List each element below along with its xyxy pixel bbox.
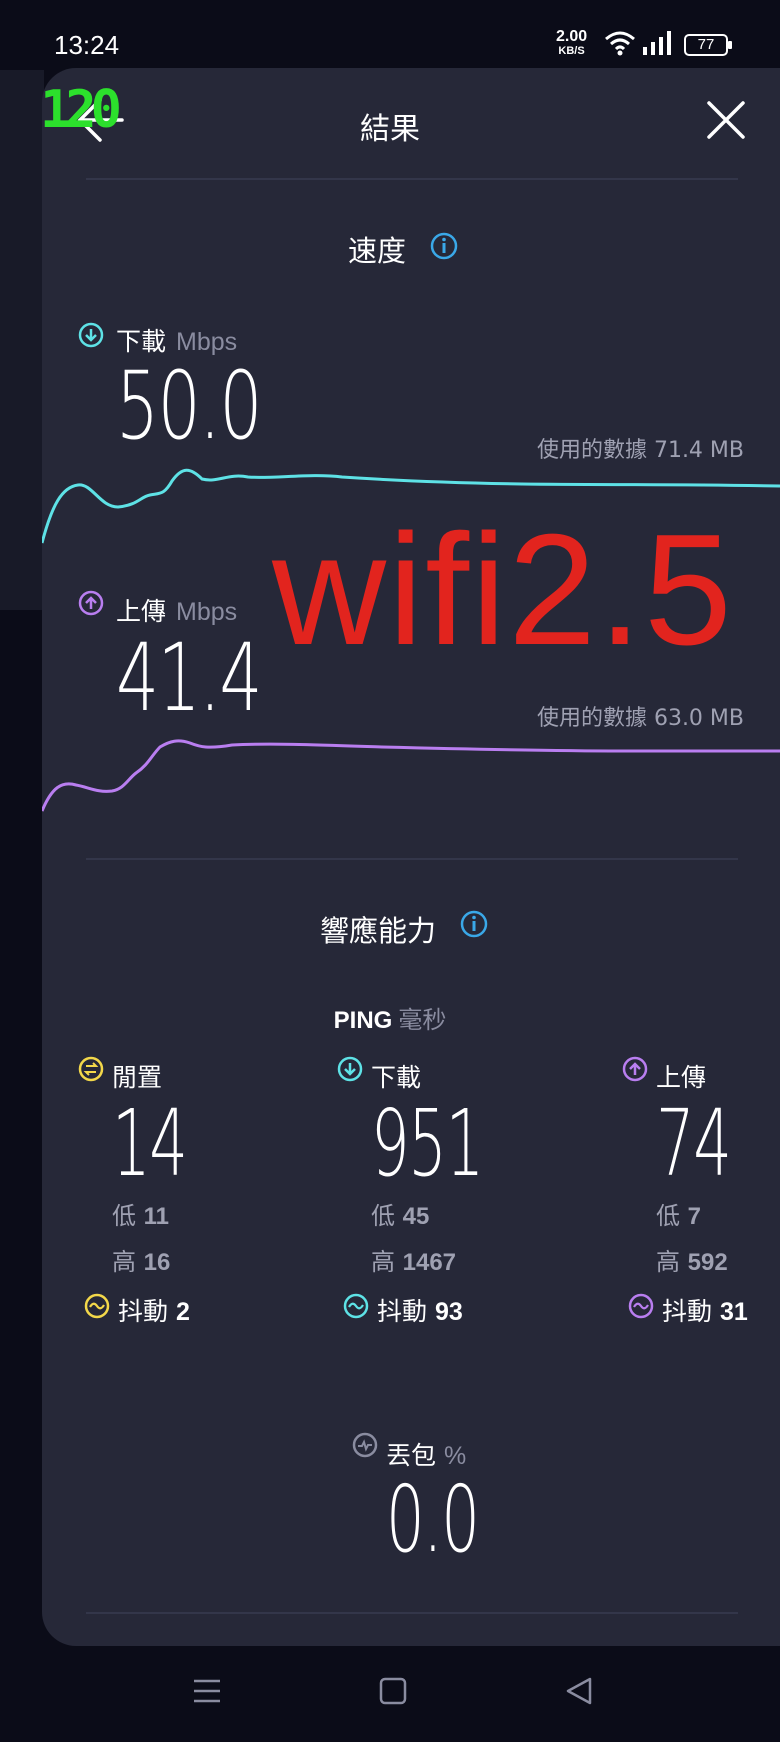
- idle-jitter: 抖動 2: [118, 1297, 190, 1326]
- upload-arrow-icon: [622, 1056, 648, 1082]
- status-time: 13:24: [54, 30, 120, 60]
- close-icon[interactable]: [706, 100, 746, 140]
- bottom-divider: [86, 1612, 738, 1614]
- back-icon[interactable]: [564, 1676, 594, 1706]
- status-bar: 13:24 2.00 KB/S 77: [0, 0, 780, 70]
- jitter-icon: [343, 1293, 369, 1319]
- jitter-icon: [628, 1293, 654, 1319]
- download-jitter: 抖動 93: [377, 1297, 463, 1326]
- download-ping-label: 下載: [371, 1063, 422, 1092]
- info-icon[interactable]: [460, 910, 488, 938]
- upload-unit: Mbps: [176, 598, 238, 626]
- idle-low: 低 11: [112, 1202, 170, 1230]
- section-divider: [86, 858, 738, 860]
- wifi-icon: [605, 31, 635, 56]
- network-speed: 2.00 KB/S: [556, 28, 588, 58]
- upload-speed-graph: [42, 739, 780, 812]
- speed-section-title: 速度: [348, 234, 407, 268]
- download-arrow-icon: [337, 1056, 363, 1082]
- upload-ping-high: 高 592: [656, 1248, 728, 1276]
- signal-icon: [643, 31, 671, 55]
- download-speed-value: 50.0: [116, 352, 262, 461]
- download-ping-value: 951: [371, 1090, 484, 1197]
- upload-speed-label: 上傳 Mbps: [116, 592, 237, 628]
- upload-ping-value: 74: [656, 1090, 732, 1197]
- idle-ping-value: 14: [112, 1090, 188, 1197]
- ping-heading: PING 毫秒: [0, 1000, 780, 1035]
- watermark-text: wifi2.5: [272, 502, 734, 678]
- upload-speed-value: 41.4: [116, 624, 262, 733]
- menu-icon[interactable]: [192, 1676, 222, 1706]
- network-speed-value: 2.00: [556, 28, 588, 45]
- idle-label: 閒置: [112, 1063, 163, 1092]
- fps-counter: 120: [40, 80, 122, 140]
- responsiveness-section-title: 響應能力: [320, 914, 437, 948]
- network-speed-unit: KB/S: [558, 45, 585, 57]
- info-icon[interactable]: [430, 232, 458, 260]
- result-card: [42, 68, 780, 1646]
- download-ping-low: 低 45: [371, 1202, 430, 1230]
- system-nav-bar: [0, 1646, 780, 1742]
- battery-indicator: 77: [684, 34, 732, 56]
- upload-ping-low: 低 7: [656, 1202, 701, 1230]
- upload-label-text: 上傳: [116, 597, 167, 626]
- idle-high: 高 16: [112, 1248, 171, 1276]
- upload-ping-label: 上傳: [656, 1063, 707, 1092]
- jitter-icon: [84, 1293, 110, 1319]
- ping-unit: 毫秒: [398, 1006, 447, 1034]
- packet-loss-value: 0.0: [386, 1466, 480, 1573]
- idle-icon: [78, 1056, 104, 1082]
- ping-label: PING: [333, 1007, 393, 1034]
- home-icon[interactable]: [378, 1676, 408, 1706]
- background-app-strip: [0, 70, 44, 610]
- packet-loss-icon: [352, 1432, 378, 1458]
- download-ping-high: 高 1467: [371, 1248, 457, 1276]
- header-divider: [86, 178, 738, 180]
- upload-arrow-icon: [78, 590, 104, 616]
- upload-jitter: 抖動 31: [662, 1297, 748, 1326]
- download-arrow-icon: [78, 322, 104, 348]
